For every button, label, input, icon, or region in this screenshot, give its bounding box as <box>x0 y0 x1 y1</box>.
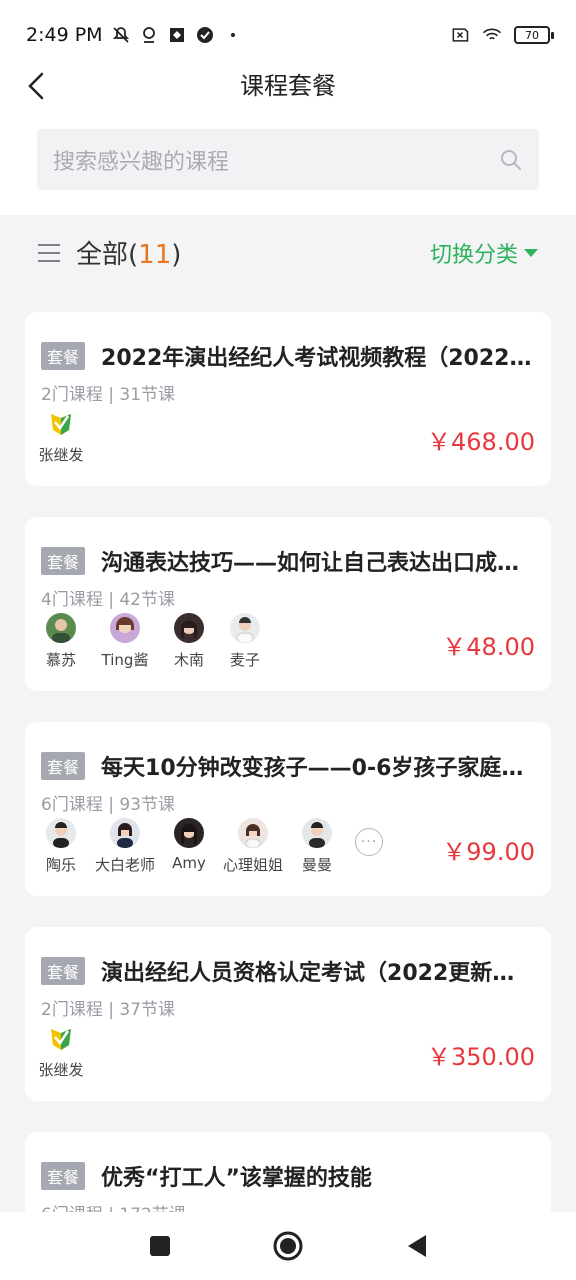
package-tag: 套餐 <box>41 547 86 575</box>
package-price: ￥468.00 <box>427 428 535 456</box>
mute-icon <box>111 25 131 45</box>
teacher[interactable]: 曼曼 <box>295 818 339 875</box>
teacher-name: 曼曼 <box>301 856 332 874</box>
teacher[interactable]: 陶乐 <box>39 818 83 875</box>
teacher-name: 麦子 <box>229 651 260 669</box>
teacher-name: 大白老师 <box>95 856 156 874</box>
status-bar: 2:49 PM 70 <box>0 0 576 70</box>
switch-category-label: 切换分类 <box>429 242 518 268</box>
home-button[interactable] <box>270 1228 306 1264</box>
avatar <box>174 613 204 643</box>
avatar <box>110 818 140 848</box>
switch-category-button[interactable]: 切换分类 <box>430 237 538 269</box>
teacher-name: Amy <box>172 854 206 872</box>
triangle-back-icon <box>408 1235 426 1257</box>
package-title: 2022年演出经纪人考试视频教程（2022… <box>101 346 532 371</box>
teacher-list: 陶乐 大白老师 Amy 心理姐姐 曼曼 ··· <box>39 818 383 875</box>
status-right: 70 <box>450 25 554 45</box>
package-price: ￥99.00 <box>442 838 535 866</box>
teacher[interactable]: 张继发 <box>38 1023 84 1080</box>
status-icons <box>111 25 243 45</box>
back-nav-button[interactable] <box>398 1228 434 1264</box>
logo-icon <box>46 1023 76 1053</box>
teacher-name: Ting酱 <box>101 651 149 669</box>
teacher-name: 张继发 <box>38 1061 84 1079</box>
square-icon <box>150 1236 170 1256</box>
search-placeholder: 搜索感兴趣的课程 <box>53 149 230 175</box>
package-meta: 2门课程 | 37节课 <box>41 1000 175 1020</box>
teacher-name: 陶乐 <box>45 856 76 874</box>
package-title: 优秀“打工人”该掌握的技能 <box>101 1166 372 1191</box>
avatar <box>238 818 268 848</box>
teacher[interactable]: Amy <box>167 818 211 872</box>
avatar <box>302 818 332 848</box>
avatar <box>110 613 140 643</box>
logo-icon <box>46 408 76 438</box>
package-tag: 套餐 <box>41 752 86 780</box>
teacher-name: 慕苏 <box>45 651 76 669</box>
avatar <box>46 613 76 643</box>
all-filter[interactable]: 全部(11) <box>76 234 181 271</box>
package-tag: 套餐 <box>41 342 86 370</box>
package-meta: 6门课程 | 93节课 <box>41 795 175 815</box>
check-icon <box>195 25 215 45</box>
search-icon[interactable] <box>499 148 523 172</box>
battery-level: 70 <box>525 28 539 42</box>
avatar <box>230 613 260 643</box>
header: 课程套餐 搜索感兴趣的课程 <box>0 70 576 215</box>
teacher[interactable]: 慕苏 <box>39 613 83 670</box>
package-price: ￥350.00 <box>427 1043 535 1071</box>
package-title: 沟通表达技巧——如何让自己表达出口成… <box>101 551 520 576</box>
location-icon <box>139 25 159 45</box>
teacher-list: 张继发 <box>38 408 84 465</box>
status-left: 2:49 PM <box>26 24 243 46</box>
app-icon <box>167 25 187 45</box>
all-label: 全部 <box>76 240 129 270</box>
search-input[interactable]: 搜索感兴趣的课程 <box>37 129 539 190</box>
teacher[interactable]: 心理姐姐 <box>223 818 283 875</box>
menu-icon[interactable] <box>38 243 60 262</box>
dot-icon <box>223 25 243 45</box>
recent-apps-button[interactable] <box>142 1228 178 1264</box>
package-meta: 4门课程 | 42节课 <box>41 590 175 610</box>
count-open-paren: ( <box>128 240 139 270</box>
avatar <box>174 818 204 848</box>
package-card[interactable]: 套餐 演出经纪人员资格认定考试（2022更新… 2门课程 | 37节课 张继发 ￥… <box>25 927 551 1101</box>
circle-icon <box>273 1231 303 1261</box>
teacher-list: 慕苏 Ting酱 木南 麦子 <box>39 613 267 670</box>
more-teachers-button[interactable]: ··· <box>355 828 383 856</box>
filter-row: 全部(11) 切换分类 <box>0 215 576 290</box>
package-meta: 2门课程 | 31节课 <box>41 385 175 405</box>
sim-x-icon <box>450 25 470 45</box>
wifi-icon <box>482 25 502 45</box>
teacher-name: 心理姐姐 <box>223 856 284 874</box>
package-card[interactable]: 套餐 沟通表达技巧——如何让自己表达出口成… 4门课程 | 42节课 慕苏 Tin… <box>25 517 551 691</box>
teacher-list: 张继发 <box>38 1023 84 1080</box>
package-title: 演出经纪人员资格认定考试（2022更新… <box>101 961 515 986</box>
status-time: 2:49 PM <box>26 24 103 46</box>
package-card[interactable]: 套餐 2022年演出经纪人考试视频教程（2022… 2门课程 | 31节课 张继发… <box>25 312 551 486</box>
teacher[interactable]: Ting酱 <box>95 613 155 670</box>
teacher-name: 木南 <box>173 651 204 669</box>
teacher[interactable]: 木南 <box>167 613 211 670</box>
all-count: 11 <box>138 240 172 270</box>
caret-down-icon <box>524 248 538 257</box>
package-tag: 套餐 <box>41 1162 86 1190</box>
avatar <box>46 818 76 848</box>
page-title: 课程套餐 <box>240 72 336 100</box>
teacher[interactable]: 大白老师 <box>95 818 155 875</box>
package-card[interactable]: 套餐 每天10分钟改变孩子——0-6岁孩子家庭… 6门课程 | 93节课 陶乐 大… <box>25 722 551 896</box>
count-close-paren: ) <box>171 240 182 270</box>
package-title: 每天10分钟改变孩子——0-6岁孩子家庭… <box>101 756 524 781</box>
teacher-name: 张继发 <box>38 446 84 464</box>
system-nav-bar <box>0 1212 576 1280</box>
package-tag: 套餐 <box>41 957 86 985</box>
teacher[interactable]: 麦子 <box>223 613 267 670</box>
battery-icon: 70 <box>514 26 554 44</box>
teacher[interactable]: 张继发 <box>38 408 84 465</box>
package-price: ￥48.00 <box>442 633 535 661</box>
